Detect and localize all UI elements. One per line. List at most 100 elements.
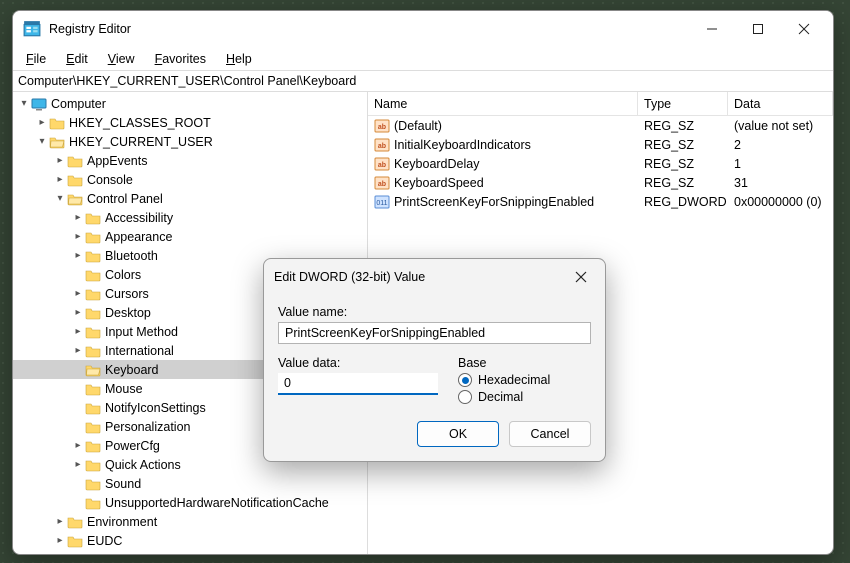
value-data: 2 <box>728 138 833 152</box>
tree-node-label: HKEY_CLASSES_ROOT <box>69 116 211 130</box>
expand-icon[interactable]: ▸ <box>53 155 67 166</box>
value-name: KeyboardSpeed <box>394 176 638 190</box>
radio-icon <box>458 373 472 387</box>
tree-node-label: Quick Actions <box>105 458 181 472</box>
value-row[interactable]: ab (Default)REG_SZ(value not set) <box>368 116 833 135</box>
expand-icon[interactable]: ▸ <box>71 288 85 299</box>
tree-node-label: AppEvents <box>87 154 147 168</box>
expand-icon[interactable]: ▸ <box>71 345 85 356</box>
menu-file[interactable]: File <box>17 50 55 68</box>
edit-dword-dialog: Edit DWORD (32-bit) Value Value name: Va… <box>263 258 606 462</box>
tree-node-eudc[interactable]: ▸EUDC <box>13 531 367 550</box>
tree-node-keyboard-layout[interactable]: ▸Keyboard Layout <box>13 550 367 554</box>
titlebar[interactable]: Registry Editor <box>13 11 833 47</box>
value-name-input[interactable] <box>278 322 591 344</box>
tree-node-computer[interactable]: ▾ Computer <box>13 94 367 113</box>
expand-icon[interactable]: ▸ <box>53 174 67 185</box>
svg-text:ab: ab <box>378 181 386 188</box>
radio-hexadecimal[interactable]: Hexadecimal <box>458 373 550 387</box>
ok-button[interactable]: OK <box>417 421 499 447</box>
svg-text:ab: ab <box>378 124 386 131</box>
radio-decimal[interactable]: Decimal <box>458 390 550 404</box>
value-row[interactable]: 011PrintScreenKeyForSnippingEnabledREG_D… <box>368 192 833 211</box>
tree-node-hkey-current-user[interactable]: ▾ HKEY_CURRENT_USER <box>13 132 367 151</box>
value-name: KeyboardDelay <box>394 157 638 171</box>
expand-icon[interactable]: ▾ <box>17 98 31 109</box>
tree-node-label: International <box>105 344 174 358</box>
col-name[interactable]: Name <box>368 92 638 115</box>
expand-icon[interactable]: ▸ <box>35 117 49 128</box>
col-type[interactable]: Type <box>638 92 728 115</box>
value-data: (value not set) <box>728 119 833 133</box>
expand-icon[interactable]: ▸ <box>71 212 85 223</box>
value-data: 1 <box>728 157 833 171</box>
minimize-button[interactable] <box>689 11 735 47</box>
expand-icon[interactable]: ▸ <box>53 516 67 527</box>
tree-node-control-panel[interactable]: ▾Control Panel <box>13 189 367 208</box>
col-data[interactable]: Data <box>728 92 833 115</box>
tree-node-label: Accessibility <box>105 211 173 225</box>
tree-node-label: Sound <box>105 477 141 491</box>
tree-node-console[interactable]: ▸ Console <box>13 170 367 189</box>
expand-icon[interactable]: ▸ <box>71 231 85 242</box>
expand-icon[interactable]: ▸ <box>71 307 85 318</box>
tree-node-hkey-classes-root[interactable]: ▸ HKEY_CLASSES_ROOT <box>13 113 367 132</box>
value-type: REG_SZ <box>638 138 728 152</box>
dialog-titlebar[interactable]: Edit DWORD (32-bit) Value <box>264 259 605 295</box>
tree-node-label: Appearance <box>105 230 172 244</box>
value-data-input[interactable] <box>278 373 438 395</box>
tree-node-appevents[interactable]: ▸ AppEvents <box>13 151 367 170</box>
tree-node-sound[interactable]: ▸Sound <box>13 474 367 493</box>
tree-node-label: Console <box>87 173 133 187</box>
tree-node-label: Environment <box>87 515 157 529</box>
tree-node-label: Personalization <box>105 420 190 434</box>
svg-text:ab: ab <box>378 162 386 169</box>
radio-icon <box>458 390 472 404</box>
tree-node-label: Keyboard <box>105 363 159 377</box>
list-header[interactable]: Name Type Data <box>368 92 833 116</box>
value-row[interactable]: abKeyboardSpeedREG_SZ31 <box>368 173 833 192</box>
value-row[interactable]: abInitialKeyboardIndicatorsREG_SZ2 <box>368 135 833 154</box>
value-data-label: Value data: <box>278 356 438 370</box>
app-icon <box>23 20 41 38</box>
expand-icon[interactable]: ▸ <box>53 535 67 546</box>
value-type: REG_SZ <box>638 119 728 133</box>
tree-node-label: Computer <box>51 97 106 111</box>
expand-icon[interactable]: ▸ <box>71 440 85 451</box>
expand-icon[interactable]: ▾ <box>53 193 67 204</box>
tree-node-label: Colors <box>105 268 141 282</box>
value-type: REG_DWORD <box>638 195 728 209</box>
tree-node-label: HKEY_CURRENT_USER <box>69 135 213 149</box>
dialog-close-button[interactable] <box>567 263 595 291</box>
menu-view[interactable]: View <box>99 50 144 68</box>
tree-node-accessibility[interactable]: ▸ Accessibility <box>13 208 367 227</box>
expand-icon[interactable]: ▸ <box>71 250 85 261</box>
maximize-button[interactable] <box>735 11 781 47</box>
tree-node-label: Bluetooth <box>105 249 158 263</box>
tree-node-label: UnsupportedHardwareNotificationCache <box>105 496 329 510</box>
tree-node-label: NotifyIconSettings <box>105 401 206 415</box>
expand-icon[interactable]: ▸ <box>71 459 85 470</box>
value-row[interactable]: ab KeyboardDelayREG_SZ1 <box>368 154 833 173</box>
svg-text:ab: ab <box>378 143 386 150</box>
value-name-label: Value name: <box>278 305 591 319</box>
radio-hexadecimal-label: Hexadecimal <box>478 373 550 387</box>
menu-favorites[interactable]: Favorites <box>146 50 215 68</box>
value-data: 0x00000000 (0) <box>728 195 833 209</box>
menu-edit[interactable]: Edit <box>57 50 97 68</box>
tree-node-label: Desktop <box>105 306 151 320</box>
address-bar[interactable]: Computer\HKEY_CURRENT_USER\Control Panel… <box>13 70 833 92</box>
expand-icon[interactable]: ▾ <box>35 136 49 147</box>
tree-node-appearance[interactable]: ▸ Appearance <box>13 227 367 246</box>
value-name: (Default) <box>394 119 638 133</box>
base-label: Base <box>458 356 550 370</box>
value-data: 31 <box>728 176 833 190</box>
tree-node-environment[interactable]: ▸ Environment <box>13 512 367 531</box>
cancel-button[interactable]: Cancel <box>509 421 591 447</box>
dialog-title: Edit DWORD (32-bit) Value <box>274 270 567 284</box>
tree-node-unsupportedhardwarenotificationcache[interactable]: ▸UnsupportedHardwareNotificationCache <box>13 493 367 512</box>
expand-icon[interactable]: ▸ <box>71 326 85 337</box>
menu-help[interactable]: Help <box>217 50 261 68</box>
value-type: REG_SZ <box>638 157 728 171</box>
close-button[interactable] <box>781 11 827 47</box>
